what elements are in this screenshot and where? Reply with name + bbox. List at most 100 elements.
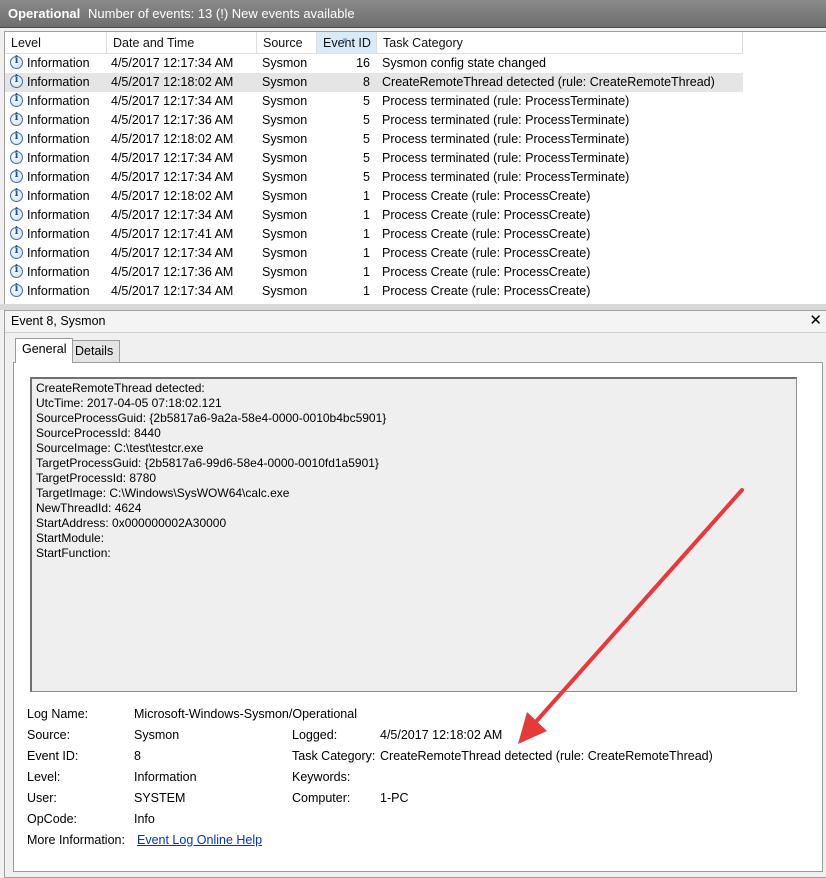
- row-level: Information: [27, 208, 90, 222]
- information-icon: [10, 283, 23, 297]
- table-row[interactable]: Information 4/5/2017 12:17:34 AM Sysmon 1 Pr…: [5, 244, 743, 263]
- row-level: Information: [27, 94, 90, 108]
- table-row[interactable]: Information 4/5/2017 12:17:34 AM Sysmon 16 S…: [5, 54, 743, 73]
- detail-title: Event 8, Sysmon: [11, 314, 106, 328]
- event-log-online-help-link[interactable]: Event Log Online Help: [137, 833, 262, 847]
- row-datetime: 4/5/2017 12:17:34 AM: [111, 284, 234, 298]
- more-information-label: More Information:: [27, 833, 125, 847]
- table-row[interactable]: Information 4/5/2017 12:17:34 AM Sysmon 5 Pr…: [5, 168, 743, 187]
- computer-label: Computer:: [292, 791, 351, 805]
- information-icon: [10, 264, 23, 278]
- message-line: SourceProcessId: 8440: [36, 426, 161, 440]
- message-line: TargetImage: C:\Windows\SysWOW64\calc.ex…: [36, 486, 290, 500]
- message-line: TargetProcessId: 8780: [36, 471, 157, 485]
- event-message-box[interactable]: CreateRemoteThread detected: UtcTime: 201…: [30, 377, 797, 692]
- row-task-category: Process Create (rule: ProcessCreate): [382, 189, 591, 203]
- logged-label: Logged:: [292, 728, 338, 742]
- table-row[interactable]: Information 4/5/2017 12:17:36 AM Sysmon 5 Pr…: [5, 111, 743, 130]
- table-row[interactable]: Information 4/5/2017 12:17:41 AM Sysmon 1 Pr…: [5, 225, 743, 244]
- row-source: Sysmon: [262, 189, 308, 203]
- close-icon[interactable]: ✕: [809, 311, 822, 329]
- row-event-id: 16: [356, 56, 370, 70]
- information-icon: [10, 169, 23, 183]
- row-event-id: 5: [363, 151, 370, 165]
- row-level: Information: [27, 284, 90, 298]
- event-id-value: 8: [134, 749, 141, 763]
- column-task-category[interactable]: Task Category: [377, 32, 743, 53]
- information-icon: [10, 131, 23, 145]
- level-value: Information: [134, 770, 197, 784]
- row-source: Sysmon: [262, 151, 308, 165]
- row-task-category: Process Create (rule: ProcessCreate): [382, 265, 591, 279]
- row-datetime: 4/5/2017 12:17:34 AM: [111, 208, 234, 222]
- row-source: Sysmon: [262, 265, 308, 279]
- table-row[interactable]: Information 4/5/2017 12:18:02 AM Sysmon 5 Pr…: [5, 130, 743, 149]
- row-event-id: 5: [363, 94, 370, 108]
- row-event-id: 1: [363, 284, 370, 298]
- row-task-category: Process Create (rule: ProcessCreate): [382, 246, 591, 260]
- table-row[interactable]: Information 4/5/2017 12:17:34 AM Sysmon 1 Pr…: [5, 206, 743, 225]
- information-icon: [10, 188, 23, 202]
- detail-header: Event 8, Sysmon ✕: [5, 311, 826, 333]
- row-level: Information: [27, 56, 90, 70]
- row-source: Sysmon: [262, 94, 308, 108]
- level-label: Level:: [27, 770, 61, 784]
- table-row[interactable]: Information 4/5/2017 12:17:34 AM Sysmon 5 Pr…: [5, 149, 743, 168]
- row-source: Sysmon: [262, 246, 308, 260]
- row-level: Information: [27, 113, 90, 127]
- row-datetime: 4/5/2017 12:18:02 AM: [111, 75, 234, 89]
- table-row[interactable]: Information 4/5/2017 12:17:34 AM Sysmon 5 Pr…: [5, 92, 743, 111]
- row-source: Sysmon: [262, 284, 308, 298]
- log-name-value: Microsoft-Windows-Sysmon/Operational: [134, 707, 357, 721]
- column-event-id[interactable]: ▼ Event ID: [317, 32, 377, 53]
- source-value: Sysmon: [134, 728, 180, 742]
- message-line: SourceImage: C:\test\testcr.exe: [36, 441, 204, 455]
- computer-value: 1-PC: [380, 791, 409, 805]
- logged-value: 4/5/2017 12:18:02 AM: [380, 728, 503, 742]
- events-list-header: Level Date and Time Source ▼ Event ID Ta…: [5, 32, 743, 54]
- row-datetime: 4/5/2017 12:17:34 AM: [111, 246, 234, 260]
- row-source: Sysmon: [262, 132, 308, 146]
- task-category-value: CreateRemoteThread detected (rule: Creat…: [380, 749, 713, 763]
- row-source: Sysmon: [262, 113, 308, 127]
- row-task-category: Sysmon config state changed: [382, 56, 546, 70]
- message-line: StartAddress: 0x000000002A30000: [36, 516, 227, 530]
- table-row[interactable]: Information 4/5/2017 12:18:02 AM Sysmon 1 Pr…: [5, 187, 743, 206]
- row-datetime: 4/5/2017 12:17:34 AM: [111, 151, 234, 165]
- row-level: Information: [27, 170, 90, 184]
- source-label: Source:: [27, 728, 71, 742]
- information-icon: [10, 55, 23, 69]
- row-level: Information: [27, 189, 90, 203]
- row-event-id: 1: [363, 265, 370, 279]
- row-task-category: Process terminated (rule: ProcessTermina…: [382, 170, 630, 184]
- opcode-label: OpCode:: [27, 812, 78, 826]
- row-event-id: 1: [363, 208, 370, 222]
- row-datetime: 4/5/2017 12:18:02 AM: [111, 132, 234, 146]
- row-level: Information: [27, 151, 90, 165]
- row-datetime: 4/5/2017 12:17:36 AM: [111, 265, 234, 279]
- row-task-category: Process Create (rule: ProcessCreate): [382, 208, 591, 222]
- table-row[interactable]: Information 4/5/2017 12:17:36 AM Sysmon 1 Pr…: [5, 263, 743, 282]
- row-event-id: 5: [363, 132, 370, 146]
- row-source: Sysmon: [262, 227, 308, 241]
- column-source[interactable]: Source: [257, 32, 317, 53]
- tab-details[interactable]: Details: [68, 340, 121, 362]
- row-source: Sysmon: [262, 75, 308, 89]
- column-date-time[interactable]: Date and Time: [107, 32, 257, 53]
- row-event-id: 5: [363, 113, 370, 127]
- log-title: Operational: [8, 6, 81, 21]
- row-datetime: 4/5/2017 12:17:34 AM: [111, 56, 234, 70]
- tab-general[interactable]: General: [15, 338, 74, 363]
- row-source: Sysmon: [262, 56, 308, 70]
- table-row[interactable]: Information 4/5/2017 12:17:34 AM Sysmon 1 Pr…: [5, 282, 743, 301]
- table-row[interactable]: Information 4/5/2017 12:18:02 AM Sysmon 8 Cr…: [5, 73, 743, 92]
- keywords-label: Keywords:: [292, 770, 351, 784]
- row-event-id: 8: [363, 75, 370, 89]
- events-list[interactable]: Level Date and Time Source ▼ Event ID Ta…: [4, 31, 826, 305]
- message-line: SourceProcessGuid: {2b5817a6-9a2a-58e4-0…: [36, 411, 387, 425]
- column-level[interactable]: Level: [5, 32, 107, 53]
- message-line: StartFunction:: [36, 546, 111, 560]
- message-line: TargetProcessGuid: {2b5817a6-99d6-58e4-0…: [36, 456, 379, 470]
- row-datetime: 4/5/2017 12:17:34 AM: [111, 170, 234, 184]
- row-level: Information: [27, 227, 90, 241]
